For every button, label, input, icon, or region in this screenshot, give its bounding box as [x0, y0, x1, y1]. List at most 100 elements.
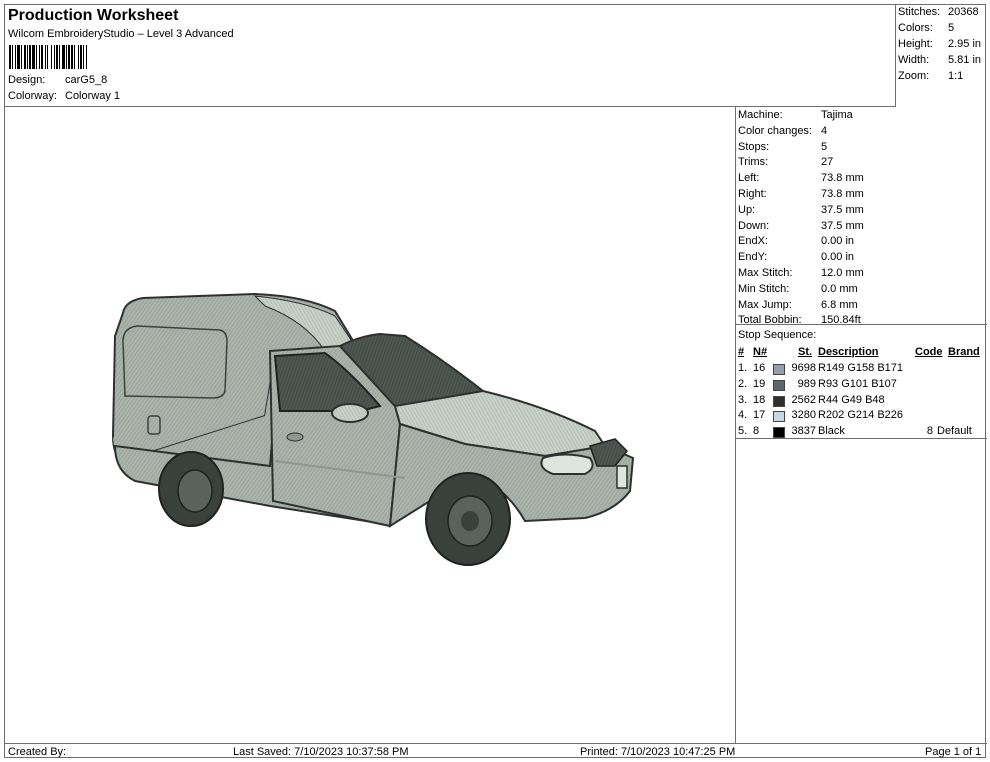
machine-info-label: Down: [738, 219, 770, 232]
color-swatch [773, 395, 785, 407]
design-label: Design: [8, 74, 46, 86]
machine-info-row: Max Jump: 6.8 mm [738, 299, 858, 314]
design-summary: Stitches: 20368 Colors: 5 Height: 2.95 in W… [895, 5, 987, 106]
stitch-count: 3280 [791, 409, 816, 422]
machine-info-row: Left: 73.8 mm [738, 172, 864, 187]
design-row: Design: carG5_8 [8, 74, 107, 86]
stitch-count: 2562 [791, 393, 816, 406]
worksheet-frame: Production Worksheet Wilcom EmbroiderySt… [4, 4, 987, 760]
table-row: 4. 17 3280 R202 G214 B226 [738, 409, 984, 424]
thread-description: R202 G214 B226 [818, 409, 904, 422]
worksheet-header: Production Worksheet Wilcom EmbroiderySt… [5, 5, 896, 107]
machine-info-label: EndY: [738, 251, 768, 264]
row-index: 3. [738, 393, 748, 406]
machine-info-value: 5 [821, 140, 828, 153]
colorway-label: Colorway: [8, 90, 57, 102]
machine-info-value: 4 [821, 124, 828, 137]
created-by: Created By: [8, 746, 67, 758]
machine-info-row: Max Stitch: 12.0 mm [738, 267, 864, 282]
column-header-code: Code [915, 346, 943, 358]
table-header: # N# St. Description Code Brand [738, 346, 984, 361]
needle-number: 18 [753, 393, 766, 406]
machine-info-label: EndX: [738, 235, 768, 248]
last-saved: Last Saved: 7/10/2023 10:37:58 PM [233, 746, 409, 758]
row-index: 2. [738, 377, 748, 390]
machine-info-row: Color changes: 4 [738, 125, 827, 140]
worksheet-footer: Created By: Last Saved: 7/10/2023 10:37:… [5, 743, 987, 760]
machine-info-label: Max Stitch: [738, 267, 793, 279]
width-row: Width: 5.81 in [898, 54, 981, 69]
color-swatch [773, 411, 785, 423]
thread-description: R44 G49 B48 [818, 393, 885, 406]
needle-number: 8 [753, 425, 760, 438]
stitches-label: Stitches: [898, 6, 941, 18]
machine-info-label: Trims: [738, 156, 769, 169]
colors-value: 5 [948, 22, 955, 34]
row-index: 5. [738, 425, 748, 438]
machine-info-value: 37.5 mm [821, 219, 864, 232]
machine-info-row: Total Bobbin: 150.84ft [738, 314, 861, 329]
machine-info-row: Min Stitch: 0.0 mm [738, 283, 858, 298]
thread-description: Black [818, 425, 845, 438]
column-header-num: # [738, 346, 745, 358]
height-label: Height: [898, 38, 933, 50]
row-index: 1. [738, 362, 748, 374]
machine-info-value: 12.0 mm [821, 267, 864, 279]
machine-info-row: Right: 73.8 mm [738, 188, 864, 203]
stitch-count: 3837 [791, 425, 816, 438]
colorway-row: Colorway: Colorway 1 [8, 90, 120, 102]
table-row: 3. 18 2562 R44 G49 B48 [738, 394, 984, 409]
machine-info-value: 37.5 mm [821, 203, 864, 216]
software-name: Wilcom EmbroideryStudio – Level 3 Advanc… [8, 28, 234, 40]
machine-info-value: 0.00 in [821, 251, 855, 264]
design-preview [5, 106, 736, 743]
stop-sequence-divider [735, 324, 987, 325]
needle-number: 17 [753, 409, 766, 422]
colorway-value: Colorway 1 [65, 90, 121, 102]
car-embroidery-image [111, 292, 635, 566]
zoom-row: Zoom: 1:1 [898, 70, 963, 85]
printed-date: Printed: 7/10/2023 10:47:25 PM [580, 746, 736, 758]
page-number: Page 1 of 1 [925, 746, 982, 758]
height-value: 2.95 in [948, 38, 982, 50]
zoom-value: 1:1 [948, 70, 964, 82]
machine-info-label: Right: [738, 188, 767, 200]
barcode-image [9, 45, 119, 69]
worksheet-title: Production Worksheet [8, 7, 179, 24]
stitch-count: 9698 [791, 362, 816, 374]
colors-label: Colors: [898, 22, 933, 34]
stitches-row: Stitches: 20368 [898, 6, 979, 21]
width-value: 5.81 in [948, 54, 982, 66]
machine-info-label: Up: [738, 203, 756, 216]
stitch-count: 989 [797, 377, 816, 390]
column-header-description: Description [818, 346, 879, 358]
machine-info-label: Max Jump: [738, 298, 792, 311]
machine-info-value: Tajima [821, 109, 853, 121]
thread-brand: Default [937, 425, 972, 438]
zoom-label: Zoom: [898, 70, 930, 82]
thread-description: R93 G101 B107 [818, 377, 897, 390]
thread-code: 8 [926, 425, 933, 438]
machine-info-value: 0.00 in [821, 235, 855, 248]
color-swatch [773, 379, 785, 391]
color-swatch [773, 427, 785, 439]
machine-info-label: Min Stitch: [738, 282, 790, 295]
machine-info-value: 73.8 mm [821, 172, 864, 185]
needle-number: 16 [753, 362, 766, 374]
stop-sequence-title: Stop Sequence: [738, 329, 817, 341]
column-header-n: N# [753, 346, 768, 358]
column-header-brand: Brand [948, 346, 980, 358]
machine-info-label: Left: [738, 172, 760, 185]
machine-info-value: 6.8 mm [821, 298, 858, 311]
barcode-bar [87, 45, 89, 69]
machine-info-row: Up: 37.5 mm [738, 204, 864, 219]
thread-description: R149 G158 B171 [818, 362, 904, 374]
colors-row: Colors: 5 [898, 22, 954, 37]
needle-number: 19 [753, 377, 766, 390]
height-row: Height: 2.95 in [898, 38, 981, 53]
machine-info-value: 73.8 mm [821, 188, 864, 200]
machine-info-value: 27 [821, 156, 834, 169]
machine-info-row: Down: 37.5 mm [738, 220, 864, 235]
machine-info-label: Machine: [738, 109, 783, 121]
stop-sequence-end-divider [735, 438, 987, 439]
